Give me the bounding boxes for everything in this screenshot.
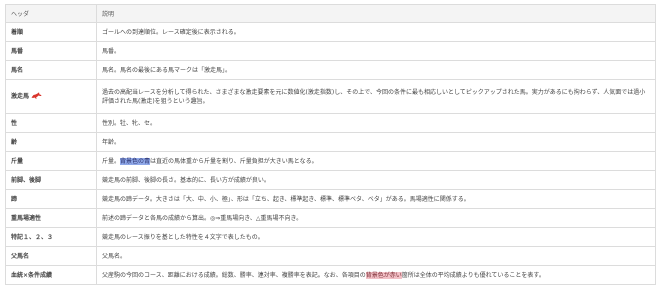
column-header-key: ヘッダ [5,4,97,23]
row-desc: 競走馬の前脚、後脚の長さ。基本的に、長い方が成績が良い。 [96,170,656,190]
row-key: 激走馬 [11,93,30,100]
row-desc: 父馬名。 [96,246,656,266]
row-desc-cell: 父産駒の今回のコース、距離における成績。総数、勝率、連対率、複勝率を表記。なお、… [96,265,656,285]
row-desc-text: は直近の馬体重から斤量を割り、斤量負担が大きい馬となる。 [150,157,318,165]
row-key: 前脚、後脚 [5,170,97,190]
table-row: 性 性別。牡、牝、セ。 [5,113,656,133]
table-row: 着順 ゴールへの到達順位。レース確定後に表示される。 [5,22,656,42]
row-desc: 年齢。 [96,132,656,152]
table-row: 特記１、２、３ 競走馬のレース振りを基とした特性を４文字で表したもの。 [5,227,656,247]
row-desc-text: 父産駒の今回のコース、距離における成績。総数、勝率、連対率、複勝率を表記。なお、… [102,271,366,279]
row-key: 馬名 [5,60,97,80]
spec-table-container: ヘッダ 説明 着順 ゴールへの到達順位。レース確定後に表示される。 馬番 馬番。… [0,0,660,289]
row-desc: 競走馬の蹄データ。大きさは「大、中、小、極」、形は「立ち、起き、標準起き、標準、… [96,189,656,209]
table-row: 血統×条件成績 父産駒の今回のコース、距離における成績。総数、勝率、連対率、複勝… [5,265,656,285]
table-row: 父馬名 父馬名。 [5,246,656,266]
highlight-blue: 背景色の青 [120,157,151,165]
row-key: 齢 [5,132,97,152]
row-desc: 前述の蹄データと各馬の成績から算出。◎⇒重馬場向き、△重馬場不向き。 [96,208,656,228]
row-key: 蹄 [5,189,97,209]
row-desc: 性別。牡、牝、セ。 [96,113,656,133]
table-row: 齢 年齢。 [5,132,656,152]
header-spec-table: ヘッダ 説明 着順 ゴールへの到達順位。レース確定後に表示される。 馬番 馬番。… [5,4,656,285]
row-desc-text: 箇所は全体の平均成績よりも優れていることを表す。 [401,271,545,279]
highlight-red: 背景色が赤い [365,271,402,279]
table-row: 前脚、後脚 競走馬の前脚、後脚の長さ。基本的に、長い方が成績が良い。 [5,170,656,190]
row-key: 特記１、２、３ [5,227,97,247]
row-desc: 馬番。 [96,41,656,61]
table-header-row: ヘッダ 説明 [5,4,656,23]
row-desc-cell: 斤量。背景色の青は直近の馬体重から斤量を割り、斤量負担が大きい馬となる。 [96,151,656,171]
row-desc-text: 斤量。 [102,157,121,165]
row-key: 血統×条件成績 [5,265,97,285]
row-key: 父馬名 [5,246,97,266]
row-key: 重馬場適性 [5,208,97,228]
table-row: 蹄 競走馬の蹄データ。大きさは「大、中、小、極」、形は「立ち、起き、標準起き、標… [5,189,656,209]
row-desc: 過去の高配当レースを分析して得られた、さまざまな激走要素を元に数値化(激走指数)… [96,79,656,114]
table-row: 激走馬 過去の高配当レースを分析して得られた、さまざまな激走要素を元に数値化(激… [5,79,656,114]
row-desc: 馬名。馬名の最後にある馬マークは「激走馬」。 [96,60,656,80]
horse-icon [31,92,42,99]
table-row: 馬番 馬番。 [5,41,656,61]
table-row: 斤量 斤量。背景色の青は直近の馬体重から斤量を割り、斤量負担が大きい馬となる。 [5,151,656,171]
row-key: 性 [5,113,97,133]
row-key: 着順 [5,22,97,42]
row-key: 馬番 [5,41,97,61]
table-row: 馬名 馬名。馬名の最後にある馬マークは「激走馬」。 [5,60,656,80]
table-row: 重馬場適性 前述の蹄データと各馬の成績から算出。◎⇒重馬場向き、△重馬場不向き。 [5,208,656,228]
row-desc: ゴールへの到達順位。レース確定後に表示される。 [96,22,656,42]
row-key-cell: 激走馬 [5,79,97,114]
column-header-desc: 説明 [96,4,656,23]
row-desc: 競走馬のレース振りを基とした特性を４文字で表したもの。 [96,227,656,247]
row-key: 斤量 [5,151,97,171]
